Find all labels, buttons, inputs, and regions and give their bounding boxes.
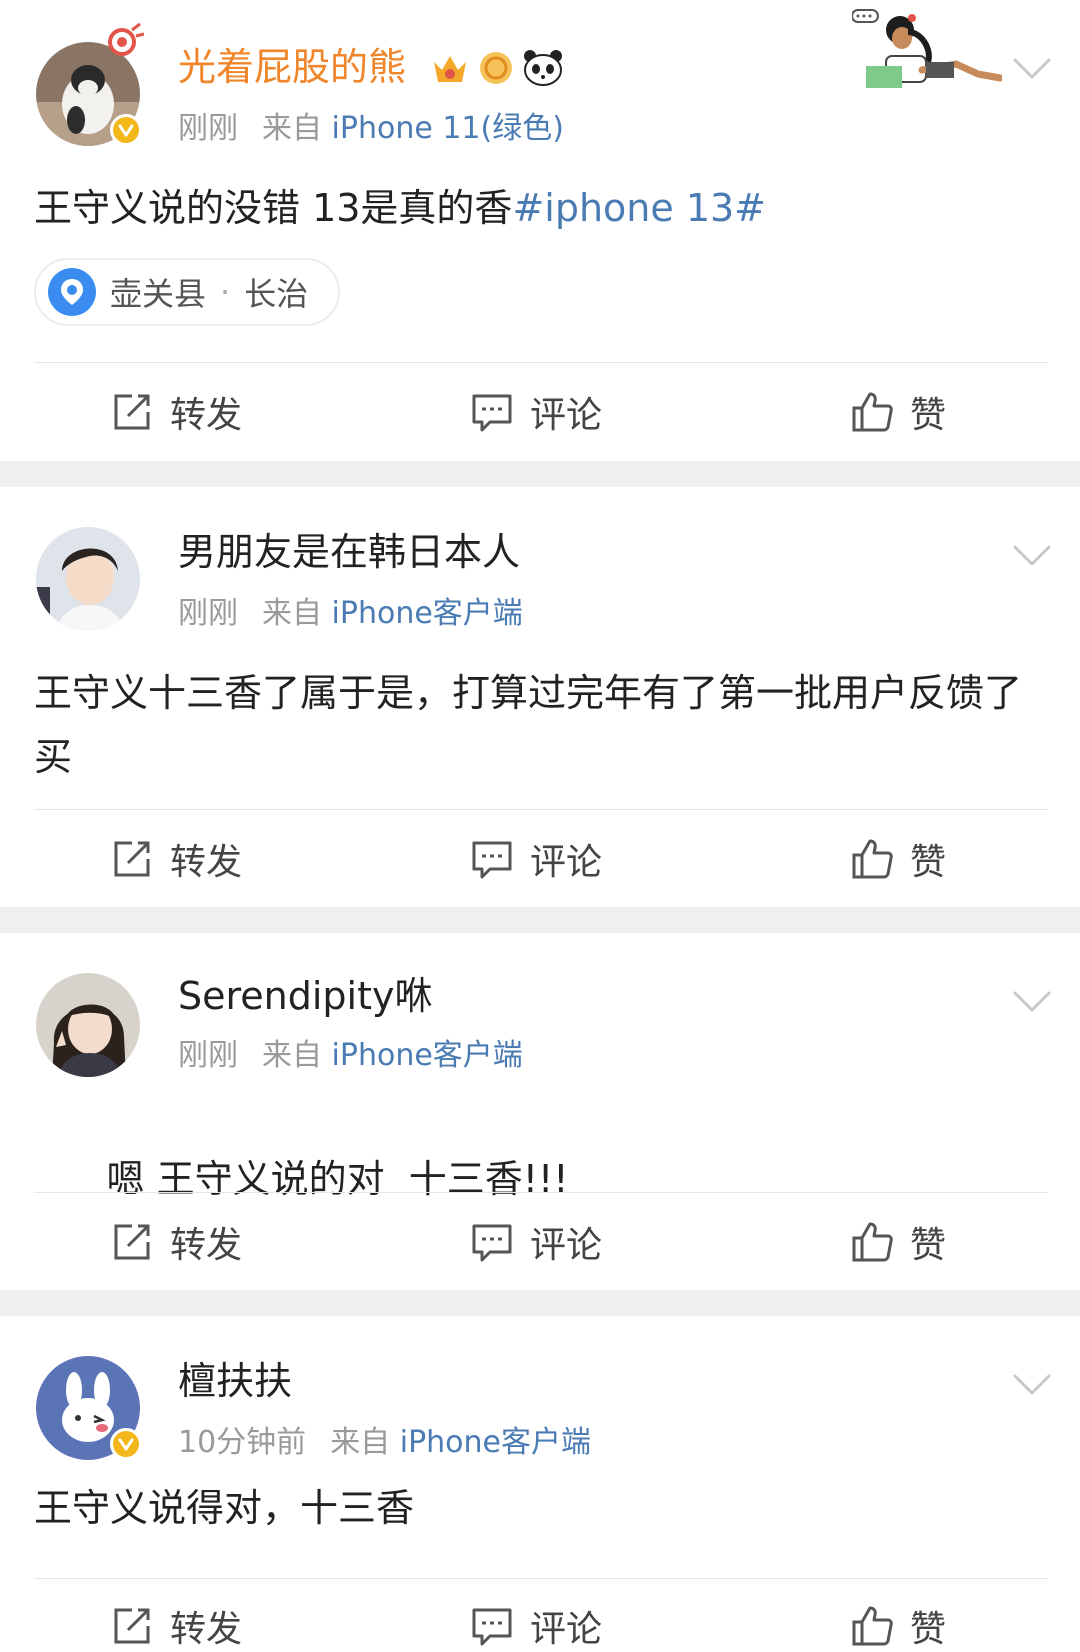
- repost-icon: [114, 841, 150, 877]
- comment-label: 评论: [530, 1225, 603, 1266]
- like-button[interactable]: 赞: [850, 1216, 946, 1268]
- source-link[interactable]: iPhone客户端: [332, 1038, 523, 1073]
- from-label: 来自: [262, 1038, 322, 1073]
- comment-button[interactable]: 评论: [470, 386, 602, 438]
- post-content: 王守义说得对，十三香: [34, 1476, 1034, 1540]
- like-label: 赞: [910, 395, 947, 436]
- post-content: 王守义说的没错 13是真的香#iphone 13#: [34, 176, 1034, 240]
- like-label: 赞: [910, 842, 947, 883]
- from-label: 来自: [330, 1425, 391, 1460]
- repost-button[interactable]: 转发: [110, 1216, 242, 1268]
- location-separator: ·: [220, 273, 231, 311]
- repost-label: 转发: [170, 1225, 243, 1266]
- repost-button[interactable]: 转发: [110, 833, 242, 885]
- like-button[interactable]: 赞: [850, 833, 946, 885]
- comment-button[interactable]: 评论: [470, 833, 602, 885]
- post-separator: [0, 907, 1080, 933]
- post-text: 嗯 王守义说的对 十三香!!!: [106, 1157, 569, 1201]
- divider: [34, 809, 1048, 810]
- divider: [34, 1578, 1048, 1579]
- thumbs-up-icon: [852, 392, 893, 432]
- username[interactable]: 檀扶扶: [178, 1358, 292, 1404]
- location-pin-icon: [48, 268, 96, 316]
- from-label: 来自: [262, 596, 322, 631]
- location-city: 长治: [244, 275, 309, 313]
- user-badges: [430, 48, 564, 88]
- comment-button[interactable]: 评论: [470, 1600, 602, 1652]
- repost-label: 转发: [170, 1609, 243, 1650]
- like-label: 赞: [910, 1225, 947, 1266]
- comment-label: 评论: [530, 1609, 603, 1650]
- avatar-boy-image: [36, 527, 140, 631]
- panda-badge-icon: [524, 50, 562, 86]
- divider: [34, 1192, 1048, 1193]
- post-time: 刚刚: [178, 111, 238, 146]
- comment-icon: [472, 1224, 512, 1262]
- comment-label: 评论: [530, 842, 603, 883]
- post-meta: 刚刚 来自 iPhone 11(绿色): [178, 110, 564, 148]
- username[interactable]: 男朋友是在韩日本人: [178, 529, 520, 575]
- repost-button[interactable]: 转发: [110, 386, 242, 438]
- post-meta: 10分钟前 来自 iPhone客户端: [178, 1424, 591, 1462]
- repost-button[interactable]: 转发: [110, 1600, 242, 1652]
- thumbs-up-icon: [852, 839, 893, 879]
- avatar-girl-image: [36, 973, 140, 1077]
- chevron-down-icon[interactable]: [1012, 56, 1052, 82]
- comment-icon: [472, 841, 512, 879]
- user-avatar[interactable]: [36, 973, 140, 1077]
- post-card-3: Serendipity咻 刚刚 来自 iPhone客户端 嗯 王守义说的对 十三香…: [0, 933, 1080, 1290]
- verified-badge-icon: [110, 1428, 142, 1460]
- post-card-2: 男朋友是在韩日本人 刚刚 来自 iPhone客户端 王守义十三香了属于是，打算过完…: [0, 487, 1080, 907]
- repost-icon: [114, 394, 150, 430]
- username[interactable]: 光着屁股的熊: [178, 44, 406, 90]
- source-link[interactable]: iPhone客户端: [400, 1425, 591, 1460]
- location-tag[interactable]: 壶关县 · 长治: [34, 258, 341, 326]
- post-separator: [0, 1290, 1080, 1316]
- repost-label: 转发: [170, 395, 243, 436]
- comment-button[interactable]: 评论: [470, 1216, 602, 1268]
- post-text: 王守义说得对，十三香: [34, 1486, 415, 1530]
- post-card-1: 光着屁股的熊 刚刚 来自 iPhone 11(绿色) 王守义说的没错 13是真的…: [0, 0, 1080, 447]
- post-time: 刚刚: [178, 1038, 238, 1073]
- source-link[interactable]: iPhone客户端: [332, 596, 523, 631]
- crown-badge-icon: [434, 56, 466, 82]
- like-button[interactable]: 赞: [850, 386, 946, 438]
- location-county: 壶关县: [110, 275, 207, 313]
- user-avatar[interactable]: [36, 527, 140, 631]
- divider: [34, 362, 1048, 363]
- post-time: 刚刚: [178, 596, 238, 631]
- post-separator: [0, 461, 1080, 487]
- thumbs-up-icon: [852, 1606, 893, 1646]
- from-label: 来自: [262, 111, 322, 146]
- like-button[interactable]: 赞: [850, 1600, 946, 1652]
- post-meta: 刚刚 来自 iPhone客户端: [178, 1037, 523, 1075]
- hashtag-link[interactable]: #iphone 13#: [512, 186, 766, 230]
- thumbs-up-icon: [852, 1222, 893, 1262]
- repost-icon: [114, 1224, 150, 1260]
- verified-badge-icon: [110, 114, 142, 146]
- username[interactable]: Serendipity咻: [178, 973, 433, 1019]
- decoration-pendant-icon: [108, 22, 145, 56]
- chevron-down-icon[interactable]: [1012, 989, 1052, 1015]
- comment-icon: [472, 1608, 512, 1646]
- repost-label: 转发: [170, 842, 243, 883]
- comment-icon: [472, 394, 512, 432]
- repost-icon: [114, 1608, 150, 1644]
- medal-badge-icon: [480, 52, 512, 84]
- post-card-4: 檀扶扶 10分钟前来自 iPhone客户端 王守义说得对，十三香 转发 评论: [0, 1316, 1080, 1650]
- post-text: 王守义十三香了属于是，打算过完年有了第一批用户反馈了买: [34, 671, 1023, 779]
- comment-label: 评论: [530, 395, 603, 436]
- post-content: 王守义十三香了属于是，打算过完年有了第一批用户反馈了买: [34, 661, 1034, 789]
- cartoon-girl-decoration: [852, 9, 1002, 88]
- post-text: 王守义说的没错 13是真的香: [34, 186, 513, 230]
- post-time: 10分钟前: [178, 1425, 307, 1460]
- source-link[interactable]: iPhone 11(绿色): [332, 111, 564, 146]
- user-avatar[interactable]: [36, 1356, 142, 1460]
- like-label: 赞: [910, 1609, 947, 1650]
- chevron-down-icon[interactable]: [1012, 543, 1052, 569]
- post-meta: 刚刚 来自 iPhone客户端: [178, 595, 523, 633]
- chevron-down-icon[interactable]: [1012, 1372, 1052, 1398]
